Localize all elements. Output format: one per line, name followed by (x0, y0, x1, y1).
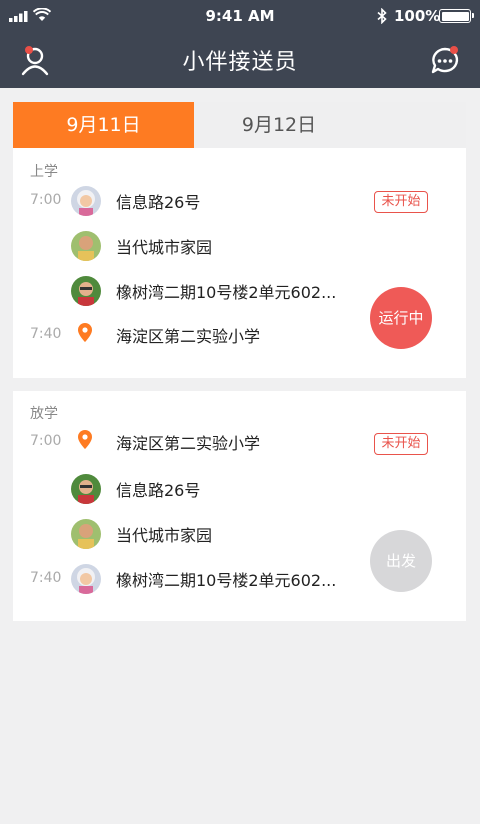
stop-address: 海淀区第二实验小学 (116, 434, 261, 453)
stop-address: 当代城市家园 (116, 526, 213, 545)
route-stop[interactable]: 当代城市家园 (13, 229, 466, 265)
tab-sep-12[interactable]: 9月12日 (194, 102, 364, 148)
stop-address: 当代城市家园 (116, 238, 213, 257)
depart-button[interactable]: 出发 (370, 530, 432, 592)
child-avatar (71, 231, 101, 261)
battery-icon (439, 9, 474, 23)
location-pin-icon (78, 323, 92, 342)
stop-address: 信息路26号 (116, 481, 201, 500)
child-avatar (71, 519, 101, 549)
battery-percent: 100% (394, 7, 441, 25)
stop-time: 7:40 (30, 326, 62, 342)
bluetooth-icon (377, 8, 387, 24)
child-avatar (71, 564, 101, 594)
running-button[interactable]: 运行中 (370, 287, 432, 349)
route-stop[interactable]: 信息路26号 (13, 472, 466, 508)
child-avatar (71, 276, 101, 306)
status-bar: 9:41 AM 100% (0, 0, 480, 32)
tab-sep-11[interactable]: 9月11日 (13, 102, 194, 148)
route-stop[interactable]: 7:00 海淀区第二实验小学 (13, 425, 466, 461)
page-title: 小伴接送员 (182, 50, 298, 75)
date-tabs: 9月11日 9月12日 (13, 102, 466, 148)
stop-time: 7:00 (30, 192, 62, 208)
child-avatar (71, 474, 101, 504)
route-stop[interactable]: 7:00 信息路26号 (13, 184, 466, 220)
location-pin-icon (78, 430, 92, 449)
child-avatar (71, 186, 101, 216)
section-label: 上学 (30, 164, 58, 180)
app-header: 9:41 AM 100% 小伴接送员 (0, 0, 480, 88)
notification-dot (450, 46, 458, 54)
stop-address: 信息路26号 (116, 193, 201, 212)
stop-time: 7:40 (30, 570, 62, 586)
stop-address: 海淀区第二实验小学 (116, 327, 261, 346)
stop-address: 橡树湾二期10号楼2单元602... (116, 571, 337, 590)
section-label: 放学 (30, 406, 58, 422)
stop-time: 7:00 (30, 433, 62, 449)
stop-address: 橡树湾二期10号楼2单元602... (116, 283, 337, 302)
message-button[interactable] (428, 44, 462, 78)
